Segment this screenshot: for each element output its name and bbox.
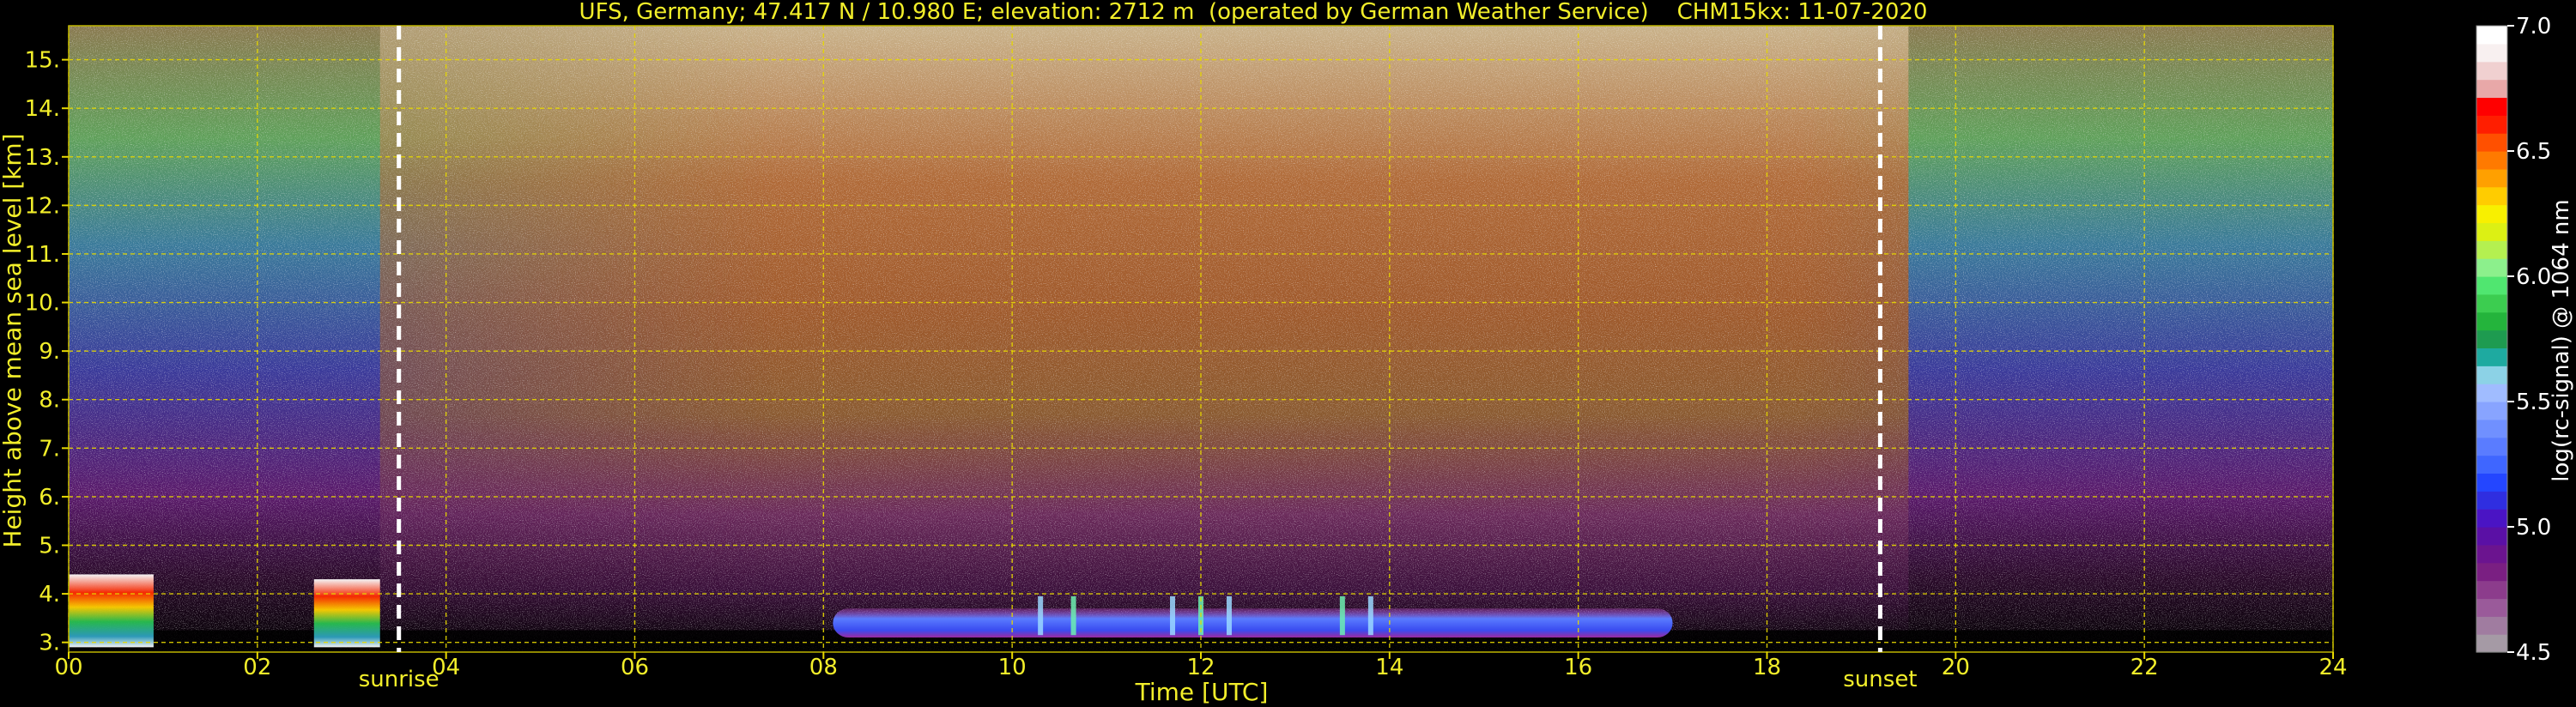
colorbar-segment <box>2476 616 2507 635</box>
colorbar-segment <box>2476 97 2507 116</box>
colorbar-segment <box>2476 384 2507 402</box>
colorbar-tick-label: 5.5 <box>2516 390 2551 415</box>
cloud-feature <box>69 574 154 648</box>
cloud-feature <box>313 579 380 648</box>
colorbar-segment <box>2476 455 2507 474</box>
x-tick-label: 14 <box>1375 655 1403 680</box>
y-tick-label: 7. <box>39 436 60 462</box>
y-tick-label: 5. <box>39 534 60 559</box>
colorbar-segment <box>2476 527 2507 546</box>
y-tick-label: 10. <box>25 291 60 317</box>
x-tick-label: 08 <box>809 655 838 680</box>
x-tick-label: 24 <box>2318 655 2347 680</box>
boundary-layer-feature <box>833 608 1673 638</box>
y-axis-ticks: 3. 4. 5. 6. 7. 8. 9. 10. 11. 12. 13. 14. 15. <box>25 48 69 656</box>
colorbar-segment <box>2476 151 2507 170</box>
colorbar-tick-label: 6.5 <box>2516 139 2551 165</box>
convective-plume <box>1038 595 1044 636</box>
colorbar-segment <box>2476 598 2507 617</box>
ceilometer-chart: sunrise sunset 00 02 04 06 08 10 12 14 16 18 20 22 24… <box>0 0 2574 706</box>
colorbar-segment <box>2476 133 2507 152</box>
x-axis-label: Time [UTC] <box>1135 678 1269 706</box>
colorbar-segment <box>2476 186 2507 206</box>
colorbar-segment <box>2476 562 2507 582</box>
y-tick-label: 15. <box>25 48 60 74</box>
sunset-label: sunset <box>1843 667 1917 692</box>
y-tick-label: 14. <box>25 96 60 122</box>
y-tick-label: 4. <box>39 582 60 607</box>
colorbar-segment <box>2476 115 2507 134</box>
colorbar-segment <box>2476 240 2507 259</box>
x-tick-label: 06 <box>621 655 649 680</box>
colorbar-segment <box>2476 79 2507 99</box>
convective-plume <box>1367 595 1373 636</box>
x-tick-label: 00 <box>54 655 82 680</box>
x-tick-label: 22 <box>2131 655 2159 680</box>
colorbar-label: log(rc-signal) @ 1064 nm <box>2549 199 2574 481</box>
colorbar-segment <box>2476 276 2507 295</box>
x-tick-label: 20 <box>1942 655 1970 680</box>
colorbar-segment <box>2476 419 2507 438</box>
y-tick-label: 3. <box>39 631 60 656</box>
y-tick-label: 11. <box>25 242 60 268</box>
colorbar-segment <box>2476 491 2507 510</box>
colorbar-tick-label: 5.0 <box>2516 515 2551 541</box>
colorbar-tick-label: 7.0 <box>2516 14 2551 39</box>
colorbar-segment <box>2476 168 2507 188</box>
colorbar-segment <box>2476 43 2507 63</box>
x-tick-label: 10 <box>998 655 1027 680</box>
x-tick-label: 12 <box>1186 655 1215 680</box>
colorbar-tick-label: 6.0 <box>2516 264 2551 290</box>
y-axis-label: Height above mean sea level [km] <box>0 133 27 547</box>
colorbar: 4.5 5.0 5.5 6.0 6.5 7.0 <box>2476 14 2551 666</box>
colorbar-segment <box>2476 329 2507 349</box>
colorbar-segment <box>2476 311 2507 331</box>
colorbar-segment <box>2476 437 2507 456</box>
colorbar-segment <box>2476 366 2507 384</box>
y-tick-label: 8. <box>39 388 60 414</box>
colorbar-segment <box>2476 347 2507 366</box>
colorbar-segment <box>2476 509 2507 528</box>
convective-plume <box>1226 595 1232 636</box>
colorbar-segment <box>2476 222 2507 241</box>
y-tick-label: 6. <box>39 485 60 511</box>
convective-plume <box>1070 595 1076 636</box>
convective-plume <box>1170 595 1176 636</box>
x-tick-label: 18 <box>1753 655 1781 680</box>
colorbar-segment <box>2476 258 2507 277</box>
colorbar-segment <box>2476 402 2507 420</box>
colorbar-segment <box>2476 26 2507 45</box>
x-tick-label: 04 <box>432 655 460 680</box>
colorbar-segment <box>2476 293 2507 313</box>
colorbar-segment <box>2476 61 2507 81</box>
sunrise-label: sunrise <box>359 667 439 692</box>
colorbar-segment <box>2476 544 2507 564</box>
y-tick-label: 12. <box>25 193 60 219</box>
x-tick-label: 16 <box>1564 655 1592 680</box>
colorbar-tick-label: 4.5 <box>2516 640 2551 666</box>
colorbar-segment <box>2476 580 2507 600</box>
chart-title: UFS, Germany; 47.417 N / 10.980 E; eleva… <box>579 0 1928 25</box>
y-tick-label: 9. <box>39 339 60 365</box>
colorbar-segment <box>2476 204 2507 224</box>
colorbar-segment <box>2476 634 2507 653</box>
convective-plume <box>1339 595 1345 636</box>
colorbar-segment <box>2476 473 2507 492</box>
x-tick-label: 02 <box>243 655 271 680</box>
y-tick-label: 13. <box>25 145 60 171</box>
